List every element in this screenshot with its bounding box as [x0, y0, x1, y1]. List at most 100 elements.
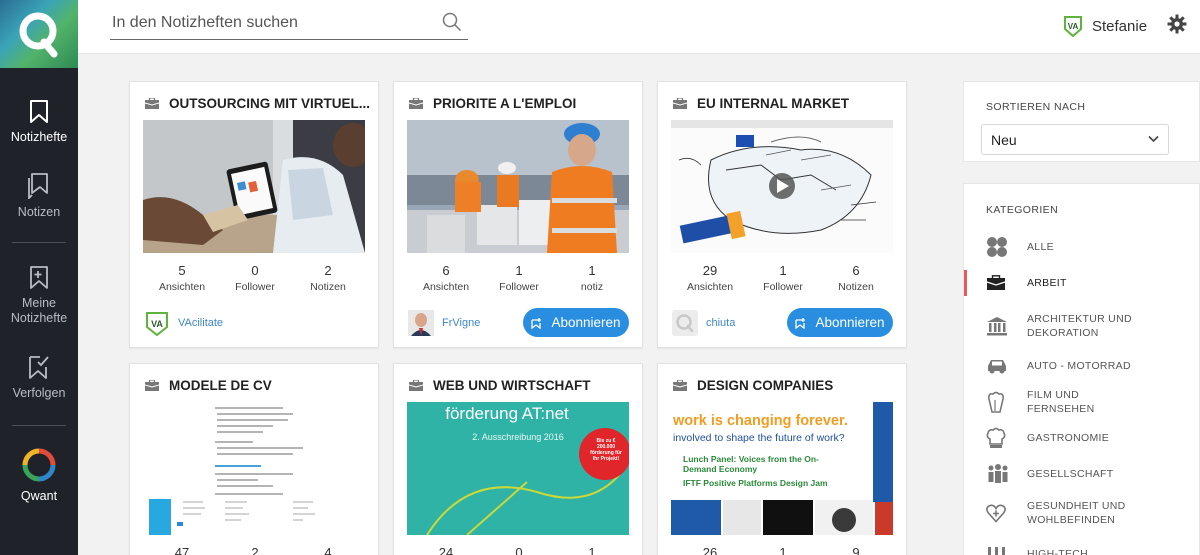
thumb-headline: work is changing forever. — [673, 413, 848, 429]
category-label: GESELLSCHAFT — [1027, 468, 1114, 480]
avatar: VA — [1064, 16, 1082, 37]
card-title-text: PRIORITE A L'EMPLOI — [433, 95, 577, 111]
category-gastronomie[interactable]: GASTRONOMIE — [964, 423, 1200, 453]
search-input[interactable] — [112, 12, 432, 34]
follow-icon — [795, 317, 806, 329]
sort-value: Neu — [991, 132, 1017, 148]
thumb-panel-2: IFTF Positive Platforms Design Jam — [683, 478, 828, 488]
sort-heading: SORTIEREN NACH — [986, 101, 1086, 113]
card-title-text: MODELE DE CV — [169, 377, 272, 393]
category-label: ALLE — [1027, 241, 1054, 253]
card-stats: 5 Ansichten 0 Follower 2 Notizen — [130, 263, 378, 297]
card-thumbnail[interactable]: förderung AT:net 2. Ausschreibung 2016 B… — [407, 402, 629, 535]
q-logo-icon — [19, 12, 58, 58]
heart-icon — [986, 504, 1006, 523]
thumb-title: förderung AT:net — [445, 404, 569, 423]
categories-panel: KATEGORIEN ALLE ARBEIT ARCHITEKTUR UND D… — [963, 183, 1200, 555]
avatar: VA — [146, 312, 168, 336]
briefcase-icon — [409, 379, 423, 391]
notebook-card[interactable]: PRIORITE A L'EMPLOI 6 Ansichten 1 Follower… — [393, 81, 643, 348]
user-name: Stefanie — [1092, 17, 1148, 35]
card-title: MODELE DE CV — [145, 377, 272, 393]
notebook-card[interactable]: WEB UND WIRTSCHAFT förderung AT:net 2. A… — [393, 363, 643, 555]
briefcase-icon — [145, 379, 159, 391]
category-film[interactable]: FILM UND FERNSEHEN — [964, 387, 1200, 417]
subscribe-button[interactable]: Abonnieren — [787, 308, 893, 337]
avatar — [408, 310, 434, 336]
stat-followers: 0 Follower — [235, 263, 275, 293]
card-title-text: OUTSOURCING MIT VIRTUEL... — [169, 95, 370, 111]
stat-notes: 1 notiz — [580, 263, 604, 293]
briefcase-icon — [145, 97, 159, 109]
category-auto[interactable]: AUTO - MOTORRAD — [964, 351, 1200, 381]
gear-icon[interactable] — [1167, 14, 1187, 34]
thumb-panel-1: Lunch Panel: Voices from the On-Demand E… — [683, 454, 819, 474]
nav-meine-notizhefte[interactable]: Meine Notizhefte — [0, 266, 78, 326]
card-thumbnail[interactable] — [407, 120, 629, 253]
card-title: PRIORITE A L'EMPLOI — [409, 95, 576, 111]
card-title: DESIGN COMPANIES — [673, 377, 833, 393]
card-stats: 24 0 1 — [394, 545, 642, 555]
category-label: ARCHITEKTUR UND DEKORATION — [1027, 313, 1132, 339]
stat-views: 6 Ansichten — [422, 263, 470, 293]
category-alle[interactable]: ALLE — [964, 232, 1200, 262]
category-label: FILM UND FERNSEHEN — [1027, 389, 1095, 415]
stat-followers: 1 — [779, 545, 787, 555]
card-owner[interactable]: chiuta — [672, 308, 735, 338]
category-gesellschaft[interactable]: GESELLSCHAFT — [964, 459, 1200, 489]
card-title: EU INTERNAL MARKET — [673, 95, 849, 111]
search-box — [110, 8, 468, 40]
nav-label-notizhefte: Notizhefte — [10, 130, 68, 144]
nav-label-verfolgen: Verfolgen — [12, 386, 66, 400]
card-owner[interactable]: VA VAcilitate — [144, 308, 223, 338]
card-owner[interactable]: FrVigne — [408, 308, 480, 338]
svg-text:VA: VA — [151, 319, 163, 329]
bookmarks-icon — [28, 173, 48, 199]
my-notebook-icon — [30, 266, 48, 289]
briefcase-icon — [673, 97, 687, 109]
qwant-logo[interactable] — [0, 0, 78, 68]
card-thumbnail[interactable]: work is changing forever. involved to sh… — [671, 402, 893, 535]
stat-notes: 2 Notizen — [310, 263, 346, 293]
notebook-card[interactable]: OUTSOURCING MIT VIRTUEL... 5 Ansichten 0F… — [129, 81, 379, 348]
stat-followers: 1 Follower — [763, 263, 803, 293]
top-bar: VA Stefanie — [78, 0, 1200, 54]
follow-icon — [29, 356, 49, 379]
briefcase-icon — [986, 275, 1006, 290]
sort-select[interactable]: Neu — [981, 124, 1169, 155]
notebook-card[interactable]: DESIGN COMPANIES work is changing foreve… — [657, 363, 907, 555]
briefcase-icon — [409, 97, 423, 109]
nav-notizen[interactable]: Notizen — [0, 173, 78, 220]
owner-name[interactable]: FrVigne — [442, 317, 480, 329]
active-indicator — [964, 270, 967, 296]
thumb-subtitle: involved to shape the future of work? — [673, 432, 845, 444]
people-icon — [988, 464, 1008, 483]
nav-label-qwant: Qwant — [20, 489, 58, 503]
user-menu[interactable]: VA Stefanie — [1063, 14, 1147, 38]
owner-name[interactable]: VAcilitate — [178, 317, 223, 329]
category-high-tech[interactable]: HIGH-TECH — [964, 539, 1200, 555]
nav-qwant[interactable]: Qwant — [0, 447, 78, 504]
subscribe-button[interactable]: Abonnieren — [523, 308, 629, 337]
grid-icon — [987, 237, 1007, 257]
nav-label-meine-notizhefte: Meine Notizhefte — [10, 296, 68, 325]
category-gesundheit[interactable]: GESUNDHEIT UND WOHLBEFINDEN — [964, 495, 1200, 531]
nav-divider — [12, 242, 66, 243]
card-stats: 26 1 9 — [658, 545, 906, 555]
owner-name[interactable]: chiuta — [706, 317, 735, 329]
notebook-card[interactable]: EU INTERNAL MARKET 29 Ansichten 1 Follower… — [657, 81, 907, 348]
stat-views: 26 — [702, 545, 718, 555]
nav-notizhefte[interactable]: Notizhefte — [0, 100, 78, 145]
stat-notes: 6 Notizen — [838, 263, 874, 293]
card-thumbnail[interactable] — [143, 120, 365, 253]
bookmark-icon — [30, 100, 48, 123]
card-thumbnail[interactable] — [671, 120, 893, 253]
notebook-card[interactable]: MODELE DE CV 47 2 4 — [129, 363, 379, 555]
nav-verfolgen[interactable]: Verfolgen — [0, 354, 78, 401]
card-title-text: DESIGN COMPANIES — [697, 377, 834, 393]
search-icon[interactable] — [442, 12, 462, 32]
category-architektur[interactable]: ARCHITEKTUR UND DEKORATION — [964, 308, 1200, 344]
category-arbeit[interactable]: ARBEIT — [964, 268, 1200, 298]
stat-views: 29 Ansichten — [686, 263, 734, 293]
card-thumbnail[interactable] — [143, 402, 365, 535]
